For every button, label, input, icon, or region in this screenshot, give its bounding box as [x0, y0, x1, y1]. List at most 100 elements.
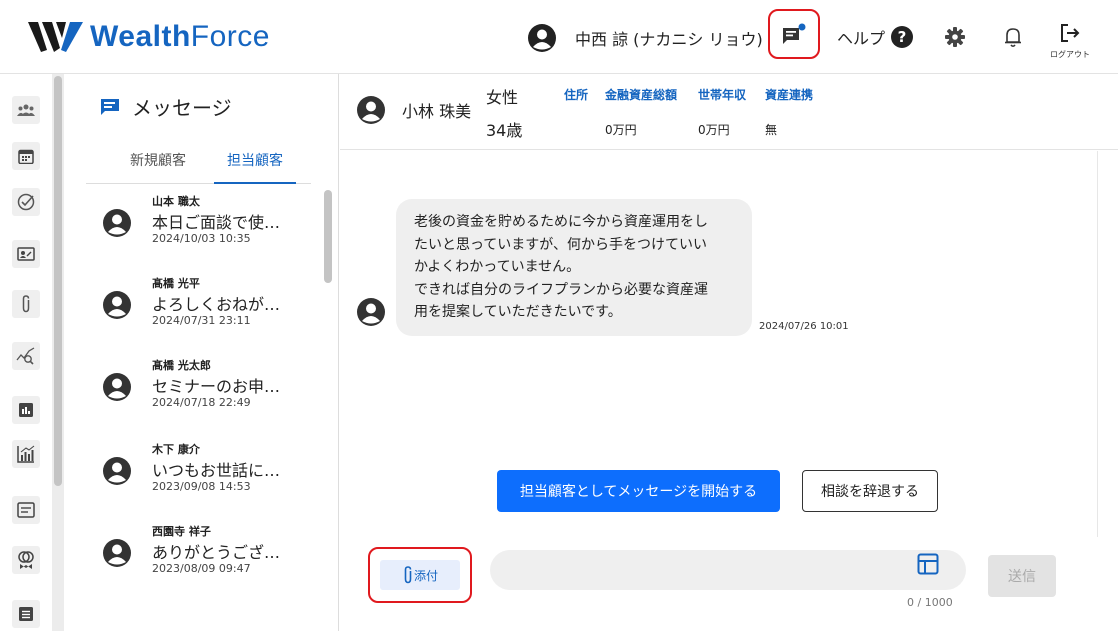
message-composer: 添付 0 / 1000 送信	[340, 537, 1118, 631]
wealthforce-logo[interactable]: WealthForce	[28, 20, 270, 54]
message-input[interactable]	[490, 550, 966, 590]
bar-chart-icon[interactable]	[12, 396, 40, 424]
avatar-icon	[103, 291, 131, 319]
message-line: たいと思っていますが、何から手をつけていい	[414, 236, 708, 253]
conversation-item[interactable]: 木下 康介 いつもお世話に… 2023/09/08 14:53	[86, 434, 316, 516]
calendar-icon[interactable]	[12, 142, 40, 170]
character-counter: 0 / 1000	[907, 596, 953, 609]
assets-label: 金融資産総額	[605, 88, 678, 102]
nav-scrollbar-thumb[interactable]	[54, 76, 62, 486]
message-line: 用を提案していただきたいです。	[414, 304, 622, 320]
profile-card-icon[interactable]	[12, 240, 40, 268]
logout-icon	[1061, 24, 1080, 42]
send-button[interactable]: 送信	[988, 555, 1056, 597]
avatar-icon	[103, 209, 131, 237]
assets-field: 金融資産総額 0万円	[605, 86, 677, 138]
conversation-date: 2024/07/18 22:49	[152, 396, 251, 409]
conversation-date: 2023/08/09 09:47	[152, 562, 251, 575]
conversation-item[interactable]: 髙橋 光平 よろしくおねが… 2024/07/31 23:11	[86, 268, 316, 350]
message-line: 老後の資金を貯めるために今から資産運用をし	[414, 214, 708, 230]
customer-gender: 女性	[486, 88, 519, 107]
customer-info-header: 小林 珠美 女性 34歳 住所 金融資産総額 0万円 世帯年収 0万円 資産連携…	[340, 74, 1118, 150]
chat-icon	[101, 98, 119, 115]
conversation-scrollbar[interactable]	[323, 188, 333, 631]
conversation-scrollbar-thumb[interactable]	[324, 190, 332, 283]
gear-icon[interactable]	[944, 26, 966, 48]
conversation-preview: 本日ご面談で使…	[152, 213, 281, 232]
analytics-icon[interactable]	[12, 440, 40, 468]
conversation-preview: ありがとうござ…	[152, 543, 281, 562]
nav-scrollbar[interactable]	[52, 74, 64, 631]
start-messaging-button[interactable]: 担当顧客としてメッセージを開始する	[497, 470, 780, 512]
bell-icon[interactable]	[1003, 25, 1023, 49]
logo-text-thin: Force	[190, 20, 270, 53]
income-value: 0万円	[698, 123, 730, 137]
avatar-icon	[103, 457, 131, 485]
help-icon: ?	[891, 26, 914, 48]
conversation-date: 2023/09/08 14:53	[152, 480, 251, 493]
asset-link-value: 無	[765, 123, 778, 137]
customer-tabs: 新規顧客 担当顧客	[86, 146, 311, 184]
paperclip-icon	[404, 566, 412, 584]
message-line: かよくわかっていません。	[414, 259, 581, 275]
user-name: 中西 諒 (ナカニシ リョウ)	[575, 30, 763, 49]
address-label: 住所	[564, 88, 589, 102]
logo-text-bold: Wealth	[90, 20, 191, 53]
document-icon[interactable]	[12, 496, 40, 524]
income-label: 世帯年収	[698, 88, 747, 102]
assets-value: 0万円	[605, 123, 637, 137]
conversation-name: 髙橋 光太郎	[152, 359, 211, 372]
messages-button[interactable]	[768, 9, 820, 59]
help-link[interactable]: ヘルプ ?	[837, 25, 914, 49]
user-menu[interactable]: 中西 諒 (ナカニシ リョウ)	[527, 23, 763, 53]
conversation-preview: セミナーのお申…	[152, 377, 281, 396]
conversation-preview: いつもお世話に…	[152, 461, 281, 480]
template-icon[interactable]	[917, 553, 939, 575]
sender-avatar-icon	[357, 298, 385, 326]
check-circle-icon[interactable]	[12, 188, 40, 216]
tab-assigned-customers[interactable]: 担当顧客	[214, 148, 296, 184]
conversation-panel: メッセージ 新規顧客 担当顧客 山本 職太 本日ご面談で使… 2024/10/0…	[64, 74, 339, 631]
side-nav-rail	[0, 74, 52, 631]
attach-button[interactable]: 添付	[380, 560, 460, 590]
logo-mark-icon	[28, 22, 83, 52]
avatar-icon	[103, 539, 131, 567]
attach-highlight: 添付	[368, 547, 472, 603]
app-header: WealthForce 中西 諒 (ナカニシ リョウ) ヘルプ ? ログアウト	[0, 0, 1118, 74]
conversation-name: 山本 職太	[152, 195, 200, 208]
asset-link-field: 資産連携 無	[765, 86, 813, 138]
tab-new-customers[interactable]: 新規顧客	[130, 148, 186, 184]
conversation-item[interactable]: 山本 職太 本日ご面談で使… 2024/10/03 10:35	[86, 186, 316, 268]
conversation-name: 髙橋 光平	[152, 277, 200, 290]
attach-label: 添付	[413, 568, 438, 583]
avatar-icon	[103, 373, 131, 401]
address-field: 住所	[564, 86, 588, 103]
chat-scrollbar[interactable]	[1097, 151, 1107, 537]
user-avatar-icon	[528, 24, 556, 52]
logout-button[interactable]: ログアウト	[1048, 22, 1092, 60]
customer-age: 34歳	[486, 121, 523, 140]
rings-icon[interactable]	[12, 546, 40, 574]
conversation-item[interactable]: 髙橋 光太郎 セミナーのお申… 2024/07/18 22:49	[86, 350, 316, 432]
chart-search-icon[interactable]	[12, 342, 40, 370]
chat-thread: 老後の資金を貯めるために今から資産運用をし たいと思っていますが、何から手をつけ…	[340, 151, 1095, 537]
message-notification-icon	[783, 23, 806, 44]
panel-title-text: メッセージ	[132, 96, 232, 120]
decline-consultation-button[interactable]: 相談を辞退する	[802, 470, 938, 512]
list-icon[interactable]	[12, 600, 40, 628]
message-timestamp: 2024/07/26 10:01	[759, 321, 849, 332]
conversation-item[interactable]: 西園寺 祥子 ありがとうござ… 2023/08/09 09:47	[86, 516, 316, 598]
customer-avatar-icon	[357, 96, 385, 124]
panel-title: メッセージ	[100, 92, 232, 121]
logout-label: ログアウト	[1050, 50, 1090, 59]
conversation-date: 2024/10/03 10:35	[152, 232, 251, 245]
team-icon[interactable]	[12, 96, 40, 124]
paperclip-icon[interactable]	[12, 290, 40, 318]
income-field: 世帯年収 0万円	[698, 86, 746, 138]
message-line: できれば自分のライフプランから必要な資産運	[414, 281, 708, 298]
conversation-date: 2024/07/31 23:11	[152, 314, 251, 327]
customer-name: 小林 珠美	[402, 102, 472, 121]
message-bubble: 老後の資金を貯めるために今から資産運用をし たいと思っていますが、何から手をつけ…	[396, 199, 752, 336]
help-label: ヘルプ	[837, 29, 886, 48]
conversation-name: 木下 康介	[152, 443, 200, 456]
